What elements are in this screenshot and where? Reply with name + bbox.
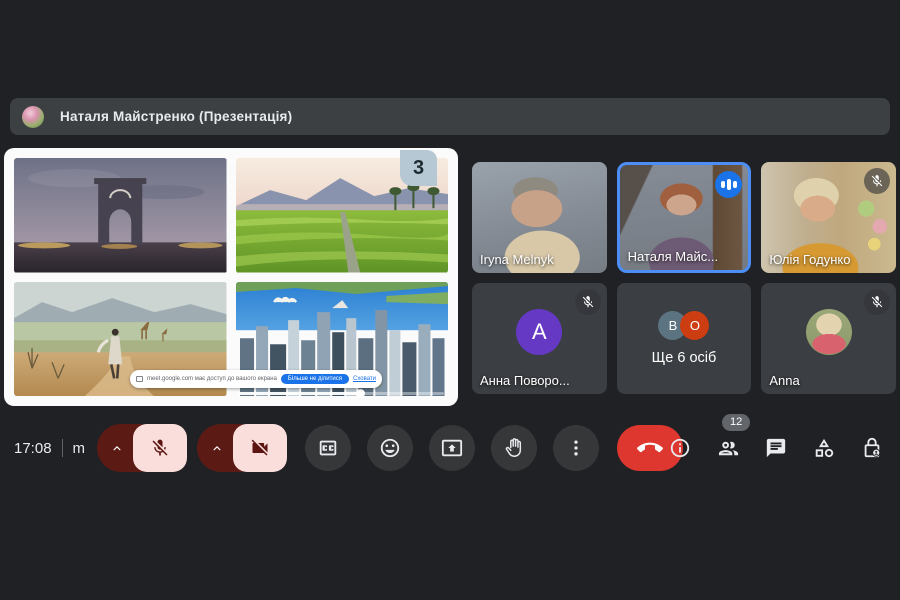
tile-iryna-melnyk[interactable]: Iryna Melnyk	[472, 162, 607, 273]
overflow-avatars: B O	[658, 311, 710, 340]
reactions-button[interactable]	[367, 425, 413, 471]
mic-off-icon	[152, 439, 168, 456]
scrubber-knob[interactable]	[356, 389, 365, 398]
info-icon	[670, 438, 690, 458]
chat-icon	[766, 438, 786, 458]
participant-name: Юлія Годунко	[769, 252, 851, 267]
tile-yuliia-hodunko[interactable]: Юлія Годунко	[761, 162, 896, 273]
more-options-button[interactable]	[553, 425, 599, 471]
tile-anna-povoro[interactable]: А Анна Поворо...	[472, 283, 607, 394]
present-button[interactable]	[429, 425, 475, 471]
initial-avatar: А	[516, 308, 563, 355]
call-controls	[97, 423, 683, 473]
participant-name: Iryna Melnyk	[480, 252, 554, 267]
captions-button[interactable]	[305, 425, 351, 471]
chevron-up-icon	[113, 446, 121, 451]
presenter-name-label: Наталя Майстренко (Презентація)	[60, 109, 293, 124]
scrubber-remaining	[360, 392, 444, 395]
mic-off-icon	[864, 168, 890, 194]
meeting-details-button[interactable]	[668, 436, 692, 460]
slide-number-badge: 3	[400, 150, 437, 186]
toolbar-meta: 17:08 m	[14, 423, 85, 473]
camera-control	[197, 424, 287, 472]
participant-name: Анна Поворо...	[480, 373, 570, 388]
video-scrubber[interactable]	[238, 389, 444, 398]
screen-share-icon	[136, 376, 143, 382]
participant-grid: Iryna Melnyk Наталя Майс... Юлія Годунко…	[472, 162, 896, 394]
panel-controls: 12	[668, 414, 884, 473]
audio-speaking-icon	[715, 171, 743, 198]
people-icon	[718, 441, 738, 455]
avatar-o: O	[680, 311, 710, 340]
divider	[61, 439, 63, 457]
mic-off-icon	[574, 289, 601, 315]
scrubber-played	[238, 392, 360, 395]
mic-mute-button[interactable]	[133, 424, 187, 472]
tile-overflow-participants[interactable]: B O Ще 6 осіб	[616, 283, 752, 394]
host-controls-lock-icon	[864, 437, 881, 458]
raise-hand-button[interactable]	[491, 425, 537, 471]
overflow-count-label: Ще 6 осіб	[651, 350, 717, 366]
mic-control	[97, 424, 187, 472]
clock-label: 17:08	[14, 439, 52, 457]
stop-sharing-button[interactable]: Більше не ділитися	[280, 374, 349, 384]
presenter-banner: Наталя Майстренко (Презентація)	[10, 98, 890, 135]
host-controls-button[interactable]	[860, 436, 884, 460]
emoji-icon	[380, 438, 400, 458]
end-call-icon	[637, 442, 663, 453]
raise-hand-icon	[505, 438, 522, 457]
meeting-code-label: m	[72, 439, 86, 457]
chevron-up-icon	[213, 446, 221, 451]
mic-off-icon	[864, 289, 890, 315]
participant-name: Anna	[769, 373, 800, 388]
presenter-avatar	[22, 105, 44, 128]
activities-button[interactable]	[812, 436, 836, 460]
videocam-off-icon	[251, 439, 268, 456]
hide-notification-link[interactable]: Сховати	[353, 376, 376, 382]
photo-avatar	[805, 308, 852, 355]
more-options-icon	[574, 440, 578, 456]
activities-icon	[815, 438, 834, 458]
camera-mute-button[interactable]	[233, 424, 287, 472]
slide-image-arc-de-triomphe	[14, 158, 227, 273]
chat-panel-button[interactable]	[764, 436, 788, 460]
participant-count-badge: 12	[722, 414, 751, 432]
participant-name: Наталя Майс...	[627, 249, 719, 264]
tile-natalia-speaking[interactable]: Наталя Майс...	[616, 162, 752, 273]
meeting-toolbar: 17:08 m 12	[0, 414, 900, 473]
screen-share-notification: meet.google.com має доступ до вашого екр…	[130, 370, 383, 388]
captions-icon	[319, 440, 337, 456]
share-message: meet.google.com має доступ до вашого екр…	[147, 376, 277, 382]
present-icon	[441, 439, 463, 457]
tile-anna[interactable]: Anna	[761, 283, 896, 394]
shared-screen-stage[interactable]: 3 meet.google.com має доступ до вашого е…	[4, 148, 458, 406]
people-panel-button[interactable]: 12	[716, 414, 751, 460]
